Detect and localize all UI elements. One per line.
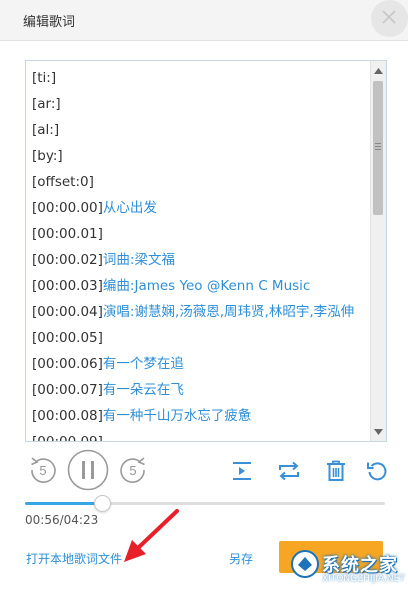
lyric-text: 从心出发 <box>102 200 157 216</box>
vertical-scrollbar[interactable] <box>370 61 386 441</box>
lyric-line[interactable]: [00:00.03]编曲:James Yeo @Kenn C Music <box>32 273 370 299</box>
insert-timestamp-button[interactable] <box>231 460 253 486</box>
lyrics-list: [ti:] [ar:] [al:] [by:] [offset:0] [00:00.00]… <box>32 65 370 442</box>
delete-button[interactable] <box>326 460 346 486</box>
undo-button[interactable] <box>366 460 388 486</box>
lyric-line[interactable]: [al:] <box>32 117 370 143</box>
progress-knob[interactable] <box>93 495 111 512</box>
time-readout: 00:56/04:23 <box>25 513 99 527</box>
title-bar: 编辑歌词 <box>0 0 408 41</box>
watermark: 系统之家 XITONGZHIJIA.NET <box>288 545 406 589</box>
lyric-line[interactable]: [offset:0] <box>32 169 370 195</box>
triangle-up-icon <box>374 67 383 74</box>
lyric-timestamp: [offset:0] <box>32 174 94 190</box>
lyric-timestamp: [00:00.00] <box>32 200 103 216</box>
lyric-line[interactable]: [by:] <box>32 143 370 169</box>
lyric-line[interactable]: [00:00.05] <box>32 325 370 351</box>
lyric-text: 词曲:梁文福 <box>102 252 175 268</box>
lyrics-editor[interactable]: [ti:] [ar:] [al:] [by:] [offset:0] [00:00.00]… <box>25 60 387 442</box>
lyric-timestamp: [00:00.04] <box>32 304 103 320</box>
lyric-line[interactable]: [00:00.08]有一种千山万水忘了疲惫 <box>32 403 370 429</box>
repeat-button[interactable] <box>277 460 301 486</box>
undo-icon <box>367 462 387 481</box>
lyric-line[interactable]: [00:00.04]演唱:谢慧娴,汤薇恩,周玮贤,林昭宇,李泓伸 <box>32 299 370 325</box>
lyric-timestamp: [00:00.07] <box>32 382 103 398</box>
lyric-timestamp: [ti:] <box>32 70 57 86</box>
lyric-line[interactable]: [00:00.07]有一朵云在飞 <box>32 377 370 403</box>
svg-text:5: 5 <box>129 463 136 478</box>
lyric-line[interactable]: [ar:] <box>32 91 370 117</box>
trash-icon <box>327 460 345 481</box>
svg-text:5: 5 <box>39 463 46 478</box>
scroll-thumb[interactable] <box>373 81 383 215</box>
save-as-link[interactable]: 另存 <box>229 550 253 567</box>
progress-fill <box>25 502 102 505</box>
lyric-timestamp: [00:00.09] <box>32 434 103 442</box>
lyric-timestamp: [00:00.02] <box>32 252 103 268</box>
lyric-timestamp: [00:00.03] <box>32 278 103 294</box>
insert-timestamp-icon <box>233 462 251 480</box>
lyric-line[interactable]: [00:00.01] <box>32 221 370 247</box>
lyric-timestamp: [00:00.05] <box>32 330 103 346</box>
lyric-line[interactable]: [ti:] <box>32 65 370 91</box>
repeat-icon <box>279 461 299 481</box>
scroll-up-arrow[interactable] <box>371 63 386 78</box>
play-pause-button[interactable] <box>67 449 109 495</box>
lyric-timestamp: [ar:] <box>32 96 61 112</box>
forward-5s-button[interactable]: 5 <box>118 455 148 489</box>
lyric-line[interactable]: [00:00.06]有一个梦在追 <box>32 351 370 377</box>
close-button[interactable] <box>371 0 408 37</box>
triangle-down-icon <box>374 428 383 435</box>
rewind-5-icon: 5 <box>31 457 56 483</box>
lyric-text: 有一种千山万水忘了疲惫 <box>102 408 252 424</box>
lyric-timestamp: [by:] <box>32 148 63 164</box>
close-icon <box>382 10 396 24</box>
watermark-subtext: XITONGZHIJIA.NET <box>322 574 405 584</box>
window-title: 编辑歌词 <box>23 15 76 30</box>
lyric-timestamp: [00:00.01] <box>32 226 103 242</box>
lyric-timestamp: [00:00.08] <box>32 408 103 424</box>
open-local-lyrics-link[interactable]: 打开本地歌词文件 <box>26 550 122 567</box>
forward-5-icon: 5 <box>120 457 145 483</box>
lyric-text: 有一个梦在追 <box>102 356 184 372</box>
lyric-line[interactable]: [00:00.02]词曲:梁文福 <box>32 247 370 273</box>
lyric-line[interactable]: [00:00.09] <box>32 429 370 442</box>
lyric-timestamp: [al:] <box>32 122 60 138</box>
lyric-text: 编曲:James Yeo @Kenn C Music <box>102 278 311 294</box>
lyric-timestamp: [00:00.06] <box>32 356 103 372</box>
pause-icon <box>67 449 109 491</box>
lyric-line[interactable]: [00:00.00]从心出发 <box>32 195 370 221</box>
lyric-text: 演唱:谢慧娴,汤薇恩,周玮贤,林昭宇,李泓伸 <box>102 304 355 320</box>
rewind-5s-button[interactable]: 5 <box>28 455 58 489</box>
watermark-logo-icon <box>291 550 319 578</box>
lyric-text: 有一朵云在飞 <box>102 382 184 398</box>
scroll-down-arrow[interactable] <box>371 424 386 439</box>
progress-slider[interactable] <box>25 495 385 512</box>
